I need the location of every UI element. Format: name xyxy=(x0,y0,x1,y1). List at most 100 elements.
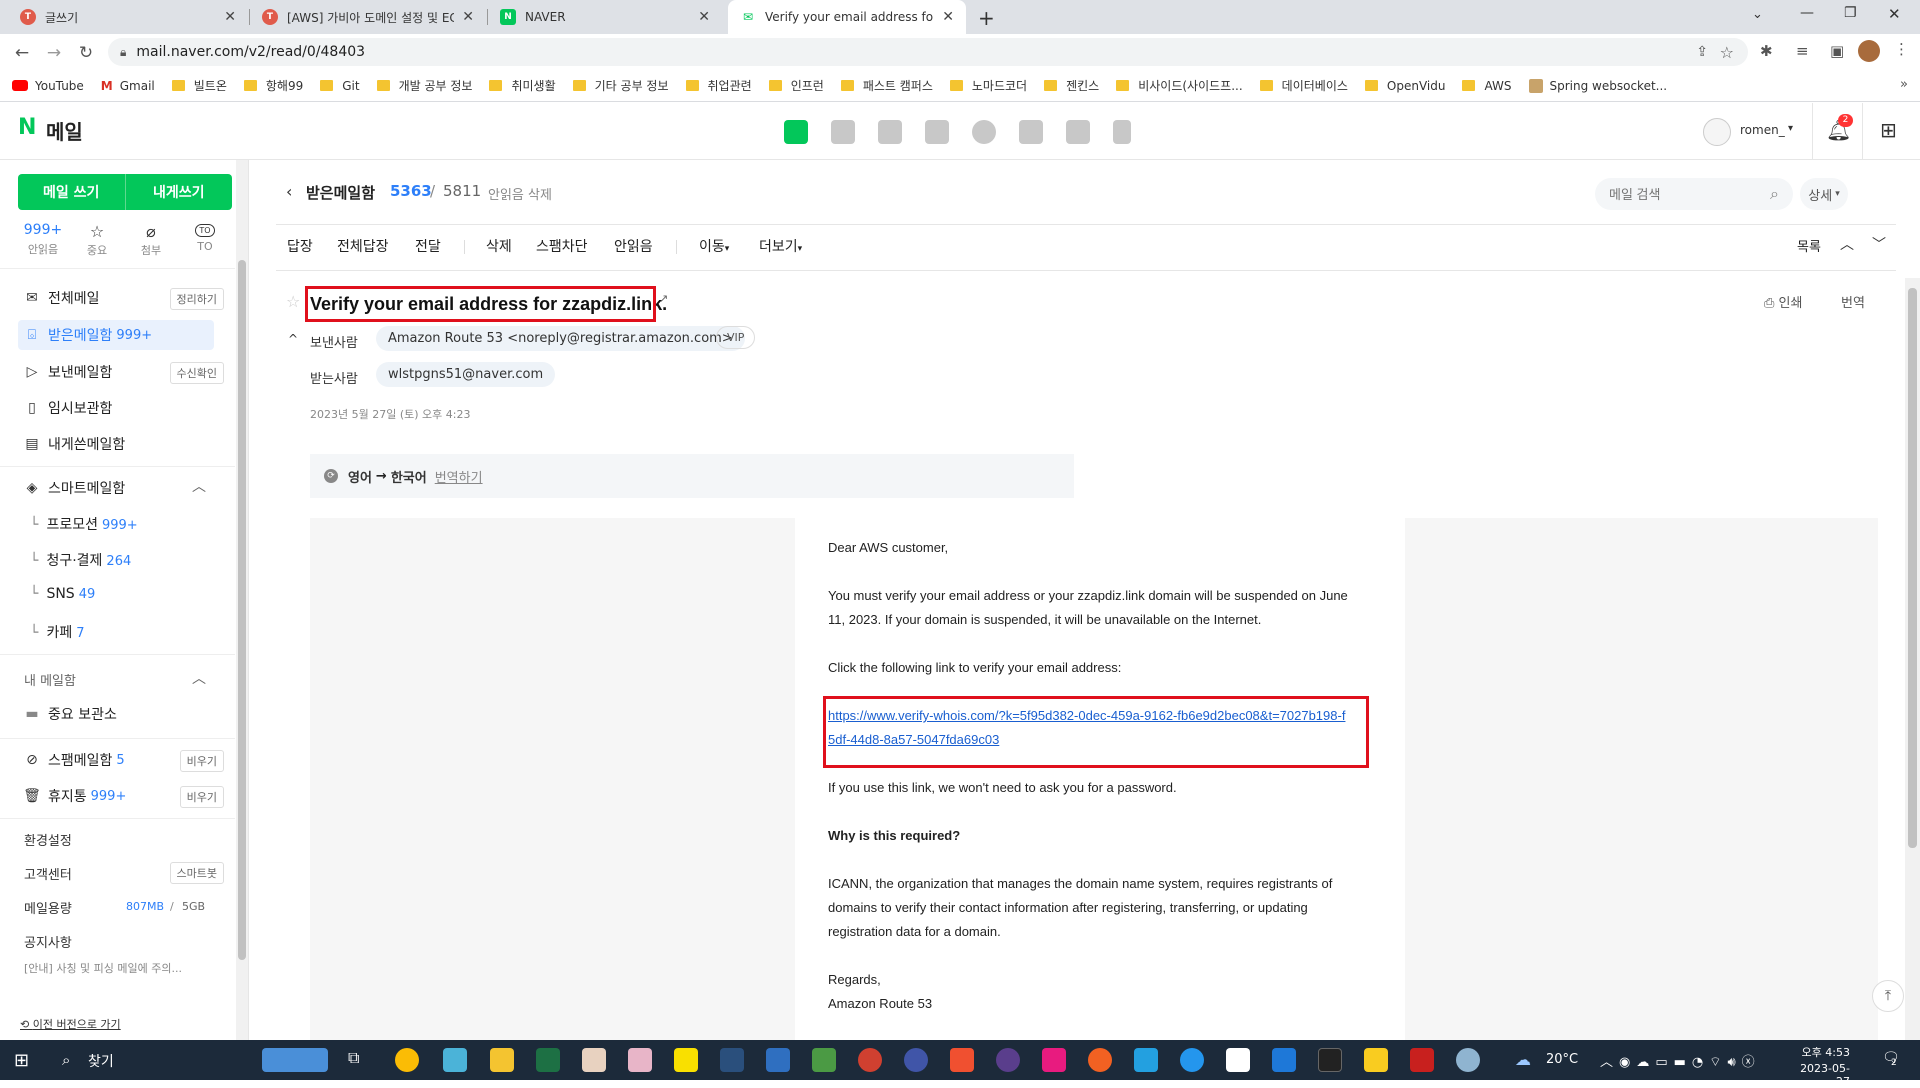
prev-version-link[interactable]: ⟲ 이전 버전으로 가기 xyxy=(20,1016,121,1032)
sidebar-item-drafts[interactable]: ▯ 임시보관함 xyxy=(24,398,112,418)
apps-grid-icon[interactable]: ⊞ xyxy=(1880,118,1897,142)
bookmark-folder[interactable]: 패스트 캠퍼스 xyxy=(840,77,933,94)
sidebar-item-spam[interactable]: ⊘ 스팸메일함 5 xyxy=(24,750,125,770)
minimize-icon[interactable]: — xyxy=(1800,5,1814,21)
app-icon[interactable] xyxy=(766,1048,790,1072)
forward-button[interactable]: 전달 xyxy=(415,236,441,256)
bookmark-app-icon[interactable] xyxy=(1113,120,1131,144)
quick-unread[interactable]: 999+ 안읽음 xyxy=(18,222,68,257)
write-to-self-button[interactable]: 내게쓰기 xyxy=(126,174,233,210)
list-button[interactable]: 목록 xyxy=(1797,236,1821,255)
app-icon[interactable] xyxy=(904,1048,928,1072)
folder-title[interactable]: 받은메일함 xyxy=(306,182,375,203)
bookmark-folder[interactable]: 기타 공부 정보 xyxy=(572,77,669,94)
sidebar-item-important-box[interactable]: ▬ 중요 보관소 xyxy=(24,704,116,724)
tab-2[interactable]: T [AWS] 가비아 도메인 설정 및 EC ✕ xyxy=(250,0,486,34)
bookmark-youtube[interactable]: YouTube xyxy=(12,79,84,93)
url-input[interactable]: 🔒︎ mail.naver.com/v2/read/0/48403 ⇪ ☆ xyxy=(108,38,1748,66)
bookmark-folder[interactable]: 인프런 xyxy=(768,77,824,94)
filezilla-icon[interactable] xyxy=(1410,1048,1434,1072)
back-chevron-icon[interactable]: ‹ xyxy=(286,182,292,201)
read-receipt-button[interactable]: 수신확인 xyxy=(169,362,224,384)
app-icon[interactable] xyxy=(1456,1048,1480,1072)
sidebar-item-smart[interactable]: ◈ 스마트메일함 xyxy=(24,478,126,498)
search-input[interactable] xyxy=(1609,186,1739,202)
app-icon[interactable] xyxy=(582,1048,606,1072)
bookmark-folder[interactable]: OpenVidu xyxy=(1364,79,1445,93)
close-icon[interactable]: ✕ xyxy=(942,9,954,25)
chevron-down-icon[interactable]: ▾ xyxy=(1788,123,1793,134)
reload-icon[interactable]: ↻ xyxy=(74,41,98,65)
tab-4-active[interactable]: ✉ Verify your email address for zz ✕ xyxy=(728,0,966,34)
quick-to[interactable]: TO TO xyxy=(180,222,230,253)
close-icon[interactable]: ✕ xyxy=(462,9,474,25)
clock-time[interactable]: 오후 4:53 xyxy=(1790,1044,1850,1060)
prev-mail-chevron-up-icon[interactable]: ︿ xyxy=(1840,234,1854,254)
close-icon[interactable]: ✕ xyxy=(698,9,710,25)
notion-icon[interactable] xyxy=(1226,1048,1250,1072)
empty-spam-button[interactable]: 비우기 xyxy=(179,750,224,772)
app-icon[interactable] xyxy=(1272,1048,1296,1072)
sidebar-item-sent[interactable]: ▷ 보낸메일함 xyxy=(24,362,113,382)
bookmark-folder[interactable]: 데이터베이스 xyxy=(1259,77,1348,94)
bookmark-folder[interactable]: 빌트온 xyxy=(171,77,227,94)
weather-icon[interactable]: ☁ xyxy=(1515,1050,1531,1069)
translate-link[interactable]: 번역하기 xyxy=(435,467,483,486)
app-icon[interactable] xyxy=(720,1048,744,1072)
settings-link[interactable]: 환경설정 xyxy=(24,830,72,849)
mark-unread-button[interactable]: 안읽음 xyxy=(614,236,653,256)
mail-app-icon[interactable] xyxy=(784,120,808,144)
notepad-icon[interactable] xyxy=(812,1048,836,1072)
calendar-icon[interactable] xyxy=(831,120,855,144)
app-icon[interactable] xyxy=(443,1048,467,1072)
search-highlight-icon[interactable] xyxy=(262,1048,328,1072)
vscode-icon[interactable] xyxy=(1134,1048,1158,1072)
quick-important[interactable]: ☆ 중요 xyxy=(72,222,122,258)
bookmark-star-icon[interactable]: ☆ xyxy=(1720,43,1734,62)
collapse-chevron-icon[interactable]: ^ xyxy=(288,332,298,346)
smart-item-billing[interactable]: └ 청구·결제 264 xyxy=(30,550,131,570)
smartbot-button[interactable]: 스마트봇 xyxy=(169,862,224,884)
sticky-notes-icon[interactable] xyxy=(1364,1048,1388,1072)
chrome-icon[interactable] xyxy=(395,1048,419,1072)
weather-temp[interactable]: 20°C xyxy=(1546,1052,1578,1067)
next-mail-chevron-down-icon[interactable]: ﹀ xyxy=(1872,234,1886,254)
empty-trash-button[interactable]: 비우기 xyxy=(179,786,224,808)
user-avatar[interactable] xyxy=(1703,118,1731,146)
print-button[interactable]: ⎙ 인쇄 xyxy=(1764,292,1802,311)
window-close-icon[interactable]: ✕ xyxy=(1888,5,1901,23)
reply-button[interactable]: 답장 xyxy=(287,236,313,256)
clock-date[interactable]: 2023-05-27 xyxy=(1790,1062,1850,1088)
translate-button[interactable]: 번역 xyxy=(1841,292,1865,311)
write-mail-button[interactable]: 메일 쓰기 xyxy=(18,174,126,210)
sidebar-item-trash[interactable]: 🗑︎ 휴지통 999+ xyxy=(23,786,126,806)
search-icon[interactable]: ⌕ xyxy=(1770,184,1779,204)
quick-attach[interactable]: ⌀ 첨부 xyxy=(126,222,176,258)
task-view-icon[interactable]: ⧉ xyxy=(348,1048,372,1072)
office-icon[interactable] xyxy=(1019,120,1043,144)
notice-text[interactable]: [안내] 사칭 및 피싱 메일에 주의... xyxy=(24,960,214,976)
naver-logo[interactable]: N xyxy=(18,115,36,140)
works-icon[interactable] xyxy=(1066,120,1090,144)
smart-item-cafe[interactable]: └ 카페 7 xyxy=(30,622,84,642)
kakaotalk-icon[interactable] xyxy=(674,1048,698,1072)
slack-icon[interactable] xyxy=(996,1048,1020,1072)
search-box[interactable]: ⌕ xyxy=(1595,178,1793,210)
sidebar-item-all[interactable]: ✉ 전체메일 xyxy=(24,288,99,308)
windows-start-icon[interactable]: ⊞ xyxy=(14,1050,29,1071)
sidebar-scrollbar[interactable] xyxy=(236,160,248,1040)
file-explorer-icon[interactable] xyxy=(490,1048,514,1072)
notice-link[interactable]: 공지사항 xyxy=(24,932,72,951)
bookmark-folder[interactable]: AWS xyxy=(1462,79,1512,93)
page-scrollbar[interactable] xyxy=(1905,278,1920,1040)
bookmark-folder[interactable]: 노마드코더 xyxy=(949,77,1027,94)
more-button[interactable]: 더보기▾ xyxy=(759,236,802,256)
share-icon[interactable]: ⇪ xyxy=(1696,44,1708,60)
tab-search-icon[interactable]: ⌄ xyxy=(1752,7,1763,22)
mybox-icon[interactable] xyxy=(972,120,996,144)
bookmark-folder[interactable]: Git xyxy=(320,79,360,93)
intellij-icon[interactable] xyxy=(1042,1048,1066,1072)
tab-3[interactable]: N NAVER ✕ xyxy=(488,0,722,34)
new-tab-icon[interactable]: + xyxy=(978,6,995,30)
excel-icon[interactable] xyxy=(536,1048,560,1072)
